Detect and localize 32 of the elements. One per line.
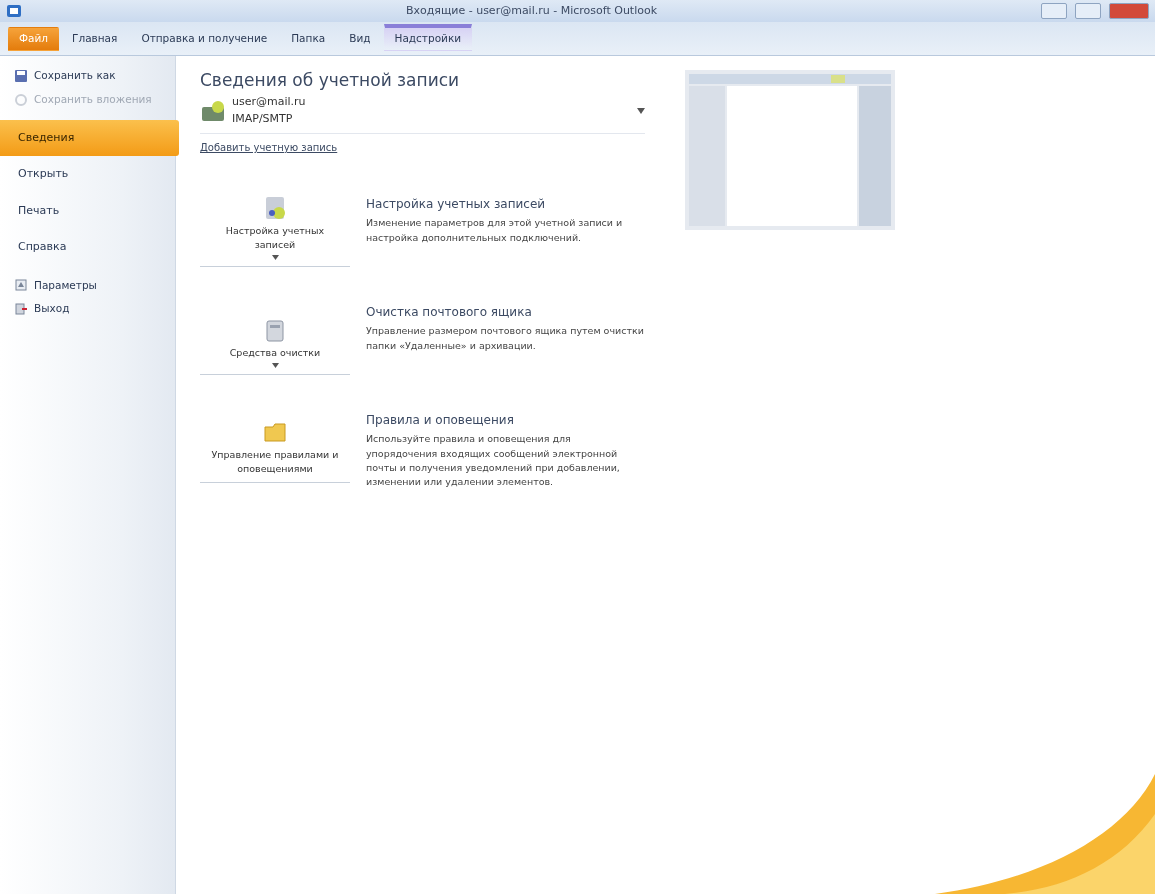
window-title: Входящие - user@mail.ru - Microsoft Outlook bbox=[404, 2, 659, 19]
ribbon-tab[interactable]: Надстройки bbox=[383, 24, 473, 51]
sidebar-tab[interactable]: Справка bbox=[0, 229, 175, 266]
ribbon-tab[interactable]: Отправка и получение bbox=[130, 27, 279, 51]
section-title: Правила и оповещения bbox=[366, 412, 515, 430]
save-icon bbox=[14, 68, 28, 83]
minimize-button[interactable] bbox=[1041, 3, 1067, 19]
sidebar-tab[interactable]: Открыть bbox=[0, 156, 175, 193]
account-address: user@mail.ru bbox=[232, 94, 306, 111]
account-type: IMAP/SMTP bbox=[232, 110, 294, 127]
caret-icon bbox=[271, 255, 279, 261]
sidebar-item[interactable]: Выход bbox=[0, 297, 175, 321]
caret-icon bbox=[271, 363, 279, 369]
ribbon-tab[interactable]: Главная bbox=[61, 27, 129, 51]
section-title: Очистка почтового ящика bbox=[366, 304, 533, 322]
app-icon bbox=[6, 4, 22, 18]
ribbon-tab[interactable]: Вид bbox=[338, 27, 382, 51]
section-description: Управление размером почтового ящика путем очистки папки «Удаленные» и архивации. bbox=[366, 324, 645, 353]
section-title: Настройка учетных записей bbox=[366, 196, 547, 214]
sidebar-tab[interactable]: Сведения bbox=[0, 119, 179, 156]
ribbon-tab[interactable]: Папка bbox=[280, 27, 337, 51]
section-description: Изменение параметров для этой учетной записи и настройка дополнительных подключений. bbox=[366, 216, 624, 245]
close-button[interactable] bbox=[1109, 3, 1149, 19]
section-description: Используйте правила и оповещения для упорядочения входящих сообщений электронной почты и получения уведомлений при добавлении, изменении или удалении элементов. bbox=[366, 432, 621, 490]
maximize-button[interactable] bbox=[1075, 3, 1101, 19]
sidebar-tab[interactable]: Печать bbox=[0, 192, 175, 229]
add-account-link[interactable]: Добавить учетную запись bbox=[200, 140, 338, 156]
page-heading: Сведения об учетной записи bbox=[200, 70, 461, 91]
door-icon bbox=[14, 302, 28, 317]
caret-icon bbox=[637, 107, 645, 114]
sidebar-item[interactable]: Параметры bbox=[0, 273, 175, 298]
sidebar-item[interactable]: Сохранить как bbox=[0, 64, 175, 88]
